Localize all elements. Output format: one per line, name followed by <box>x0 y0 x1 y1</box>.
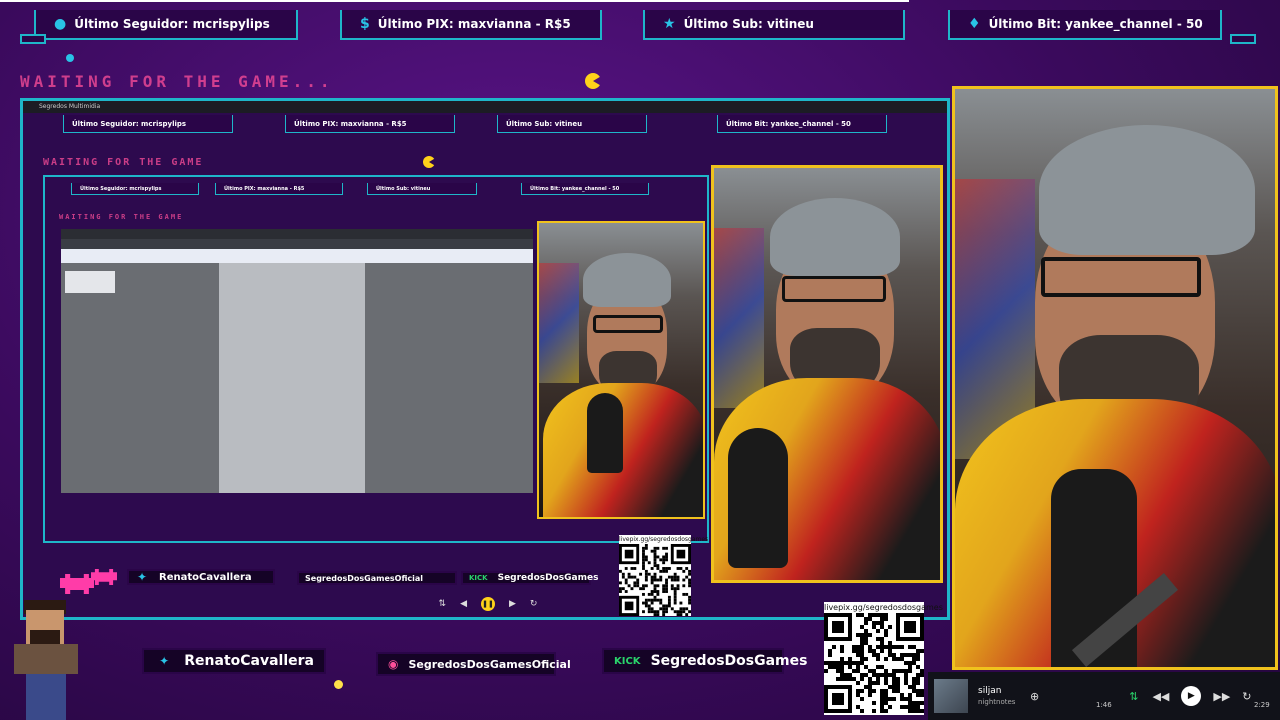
social-instagram-text: SegredosDosGamesOficial <box>408 657 571 671</box>
screen-capture: Segredos Multimidia Último Seguidor: mcr… <box>20 98 950 620</box>
browser-address-bar[interactable] <box>61 239 533 249</box>
previous-track-icon[interactable]: ◀◀ <box>1152 690 1169 703</box>
social-instagram: ◉ SegredosDosGamesOficial <box>376 652 571 676</box>
inner-alert-pix-text: Último PIX: maxvianna - R$5 <box>224 185 305 192</box>
alert-follower-text: Último Seguidor: mcrispylips <box>74 17 270 31</box>
webcam-mid-feed <box>711 165 943 583</box>
duration-time: 2:29 <box>1254 701 1270 709</box>
track-title: siljan <box>978 686 1002 696</box>
album-art <box>934 679 968 713</box>
kick-icon: KICK <box>614 655 641 667</box>
social-twitter-text: RenatoCavallera <box>184 653 314 669</box>
waiting-text: WAITING FOR THE GAME... <box>20 72 334 91</box>
browser-tabstrip[interactable] <box>61 229 533 239</box>
qr-label: livepix.gg/segredosdosgames <box>824 602 943 613</box>
mini-pacman-icon <box>423 156 435 168</box>
document-toolbar[interactable] <box>61 249 533 263</box>
inner-alert-pix: Último PIX: maxvianna - R$5 <box>215 183 343 195</box>
webcam-inner-feed <box>537 221 705 519</box>
inner-alert-sub-text: Último Sub: vitineu <box>376 185 431 192</box>
progress-track[interactable] <box>0 0 1280 2</box>
window-titlebar: Segredos Multimidia <box>23 101 947 113</box>
repeat-icon[interactable]: ↻ <box>1242 690 1251 703</box>
diamond-icon: ♦ <box>968 16 981 32</box>
mid-next-icon[interactable]: ▶ <box>509 599 516 609</box>
social-kick-text: SegredosDosGames <box>650 653 808 669</box>
document-page[interactable] <box>219 263 365 493</box>
mid-social-kick-icon: KICK <box>469 574 488 582</box>
social-kick: KICK SegredosDosGames <box>602 648 807 674</box>
mid-repeat-icon[interactable]: ↻ <box>530 599 538 609</box>
alert-latest-pix: $ Último PIX: maxvianna - R$5 <box>340 10 602 40</box>
track-artist: nightnotes <box>978 698 1016 706</box>
play-button[interactable]: ▶ <box>1181 686 1202 706</box>
mid-social-kick: KICK SegredosDosGames <box>461 571 598 585</box>
qr-code <box>824 613 924 715</box>
browser-window[interactable] <box>61 229 533 493</box>
mini-alert-bit: Último Bit: yankee_channel - 50 <box>717 115 887 133</box>
corner-decoration-left <box>20 34 46 44</box>
instagram-icon: ◉ <box>388 657 399 671</box>
social-twitter: ✦ RenatoCavallera <box>142 648 326 674</box>
alert-sub-text: Último Sub: vitineu <box>683 17 814 31</box>
document-body[interactable] <box>61 263 533 493</box>
alert-pix-text: Último PIX: maxvianna - R$5 <box>377 17 571 31</box>
mini-waiting-text: WAITING FOR THE GAME <box>43 157 204 168</box>
mini-alert-pix-text: Último PIX: maxvianna - R$5 <box>294 119 407 128</box>
document-outline <box>65 271 115 293</box>
shuffle-icon[interactable]: ⇅ <box>1129 690 1138 703</box>
alert-bit-text: Último Bit: yankee_channel - 50 <box>988 17 1203 31</box>
mid-social-kick-text: SegredosDosGames <box>497 573 599 583</box>
add-to-library-icon[interactable]: ⊕ <box>1030 690 1039 703</box>
mid-qr-code <box>619 544 691 616</box>
inner-screen-capture: Último Seguidor: mcrispylips Último PIX:… <box>43 175 709 543</box>
inner-alert-sub: Último Sub: vitineu <box>367 183 477 195</box>
pixel-dot-yellow <box>334 680 343 689</box>
music-player[interactable]: siljan nightnotes ⊕ ⇅ ◀◀ ▶ ▶▶ ↻ 1:46 2:2… <box>928 672 1280 720</box>
mid-shuffle-icon[interactable]: ⇅ <box>439 599 447 609</box>
star-icon: ★ <box>663 16 676 32</box>
pixel-character <box>6 600 86 720</box>
mid-pause-button[interactable]: ❚❚ <box>481 597 495 611</box>
webcam-main-feed <box>952 86 1278 670</box>
mid-social-instagram-text: SegredosDosGamesOficial <box>305 573 424 583</box>
alert-latest-sub: ★ Último Sub: vitineu <box>643 10 905 40</box>
mini-alert-bit-text: Último Bit: yankee_channel - 50 <box>726 119 851 128</box>
twitter-icon: ✦ <box>159 654 170 668</box>
mini-alert-follower-text: Último Seguidor: mcrispylips <box>72 119 187 128</box>
progress-fill <box>0 0 909 2</box>
mid-qr-label: livepix.gg/segredosdosgames <box>619 535 709 544</box>
mini-alert-sub: Último Sub: vitineu <box>497 115 647 133</box>
corner-decoration-right <box>1230 34 1256 44</box>
mid-social-twitter: ✦ RenatoCavallera <box>127 569 275 585</box>
inner-waiting-text: WAITING FOR THE GAME <box>59 213 184 221</box>
alert-latest-bit: ♦ Último Bit: yankee_channel - 50 <box>948 10 1222 40</box>
inner-alert-follower: Último Seguidor: mcrispylips <box>71 183 199 195</box>
user-icon: ● <box>54 16 67 32</box>
mid-media-controls[interactable]: ⇅ ◀ ❚❚ ▶ ↻ <box>423 597 553 611</box>
mini-alert-pix: Último PIX: maxvianna - R$5 <box>285 115 455 133</box>
mid-social-twitter-text: RenatoCavallera <box>159 571 252 583</box>
alert-latest-follower: ● Último Seguidor: mcrispylips <box>34 10 298 40</box>
mini-alert-follower: Último Seguidor: mcrispylips <box>63 115 233 133</box>
inner-alert-bit: Último Bit: yankee_channel - 50 <box>521 183 649 195</box>
mid-prev-icon[interactable]: ◀ <box>460 599 467 609</box>
inner-alert-follower-text: Último Seguidor: mcrispylips <box>80 185 162 192</box>
inner-alert-bit-text: Último Bit: yankee_channel - 50 <box>530 185 620 192</box>
next-track-icon[interactable]: ▶▶ <box>1213 690 1230 703</box>
pacman-icon <box>585 73 601 89</box>
space-invader-icon <box>91 569 117 585</box>
pixel-dot <box>66 54 74 62</box>
elapsed-time: 1:46 <box>1096 701 1112 709</box>
twitter-icon: ✦ <box>136 570 148 584</box>
mini-alert-sub-text: Último Sub: vitineu <box>506 119 583 128</box>
dollar-icon: $ <box>360 16 370 32</box>
mid-social-instagram: SegredosDosGamesOficial <box>297 571 457 585</box>
